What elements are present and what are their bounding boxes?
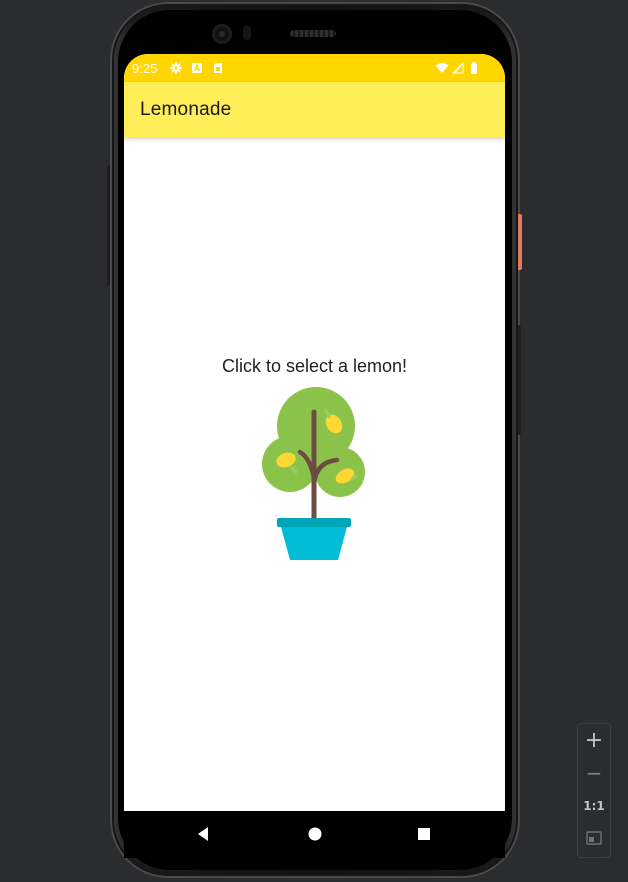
status-time: 9:25 bbox=[132, 61, 158, 76]
earpiece-speaker bbox=[290, 30, 336, 37]
back-icon[interactable] bbox=[192, 823, 214, 845]
zoom-toolbar: + − 1:1 bbox=[577, 723, 611, 858]
emulator-stage: 9:25 Lemonade Click to select a lemon! +… bbox=[0, 0, 628, 882]
sim-card-icon bbox=[214, 63, 222, 73]
device-screen: 9:25 Lemonade Click to select a lemon! bbox=[124, 54, 505, 858]
actual-size-button[interactable]: 1:1 bbox=[578, 790, 610, 822]
instruction-text: Click to select a lemon! bbox=[221, 356, 408, 376]
main-content: Click to select a lemon! bbox=[124, 137, 505, 811]
status-bar: 9:25 bbox=[124, 54, 505, 82]
wifi-icon bbox=[435, 63, 449, 73]
gear-icon bbox=[170, 62, 182, 74]
home-icon[interactable] bbox=[304, 823, 326, 845]
proximity-sensor bbox=[243, 26, 251, 40]
volume-button[interactable] bbox=[518, 325, 521, 435]
fit-screen-icon[interactable] bbox=[578, 822, 610, 854]
app-bar: Lemonade bbox=[124, 82, 505, 137]
front-camera-icon bbox=[212, 24, 232, 44]
a-icon bbox=[192, 63, 202, 73]
zoom-in-button[interactable]: + bbox=[578, 726, 610, 758]
navigation-bar bbox=[124, 811, 505, 858]
zoom-out-button[interactable]: − bbox=[578, 758, 610, 790]
battery-icon bbox=[471, 62, 477, 74]
app-title: Lemonade bbox=[140, 99, 232, 120]
signal-icon bbox=[452, 62, 464, 74]
lemon-tree-icon[interactable] bbox=[260, 386, 368, 564]
power-button[interactable] bbox=[518, 214, 522, 270]
recents-icon[interactable] bbox=[413, 823, 435, 845]
